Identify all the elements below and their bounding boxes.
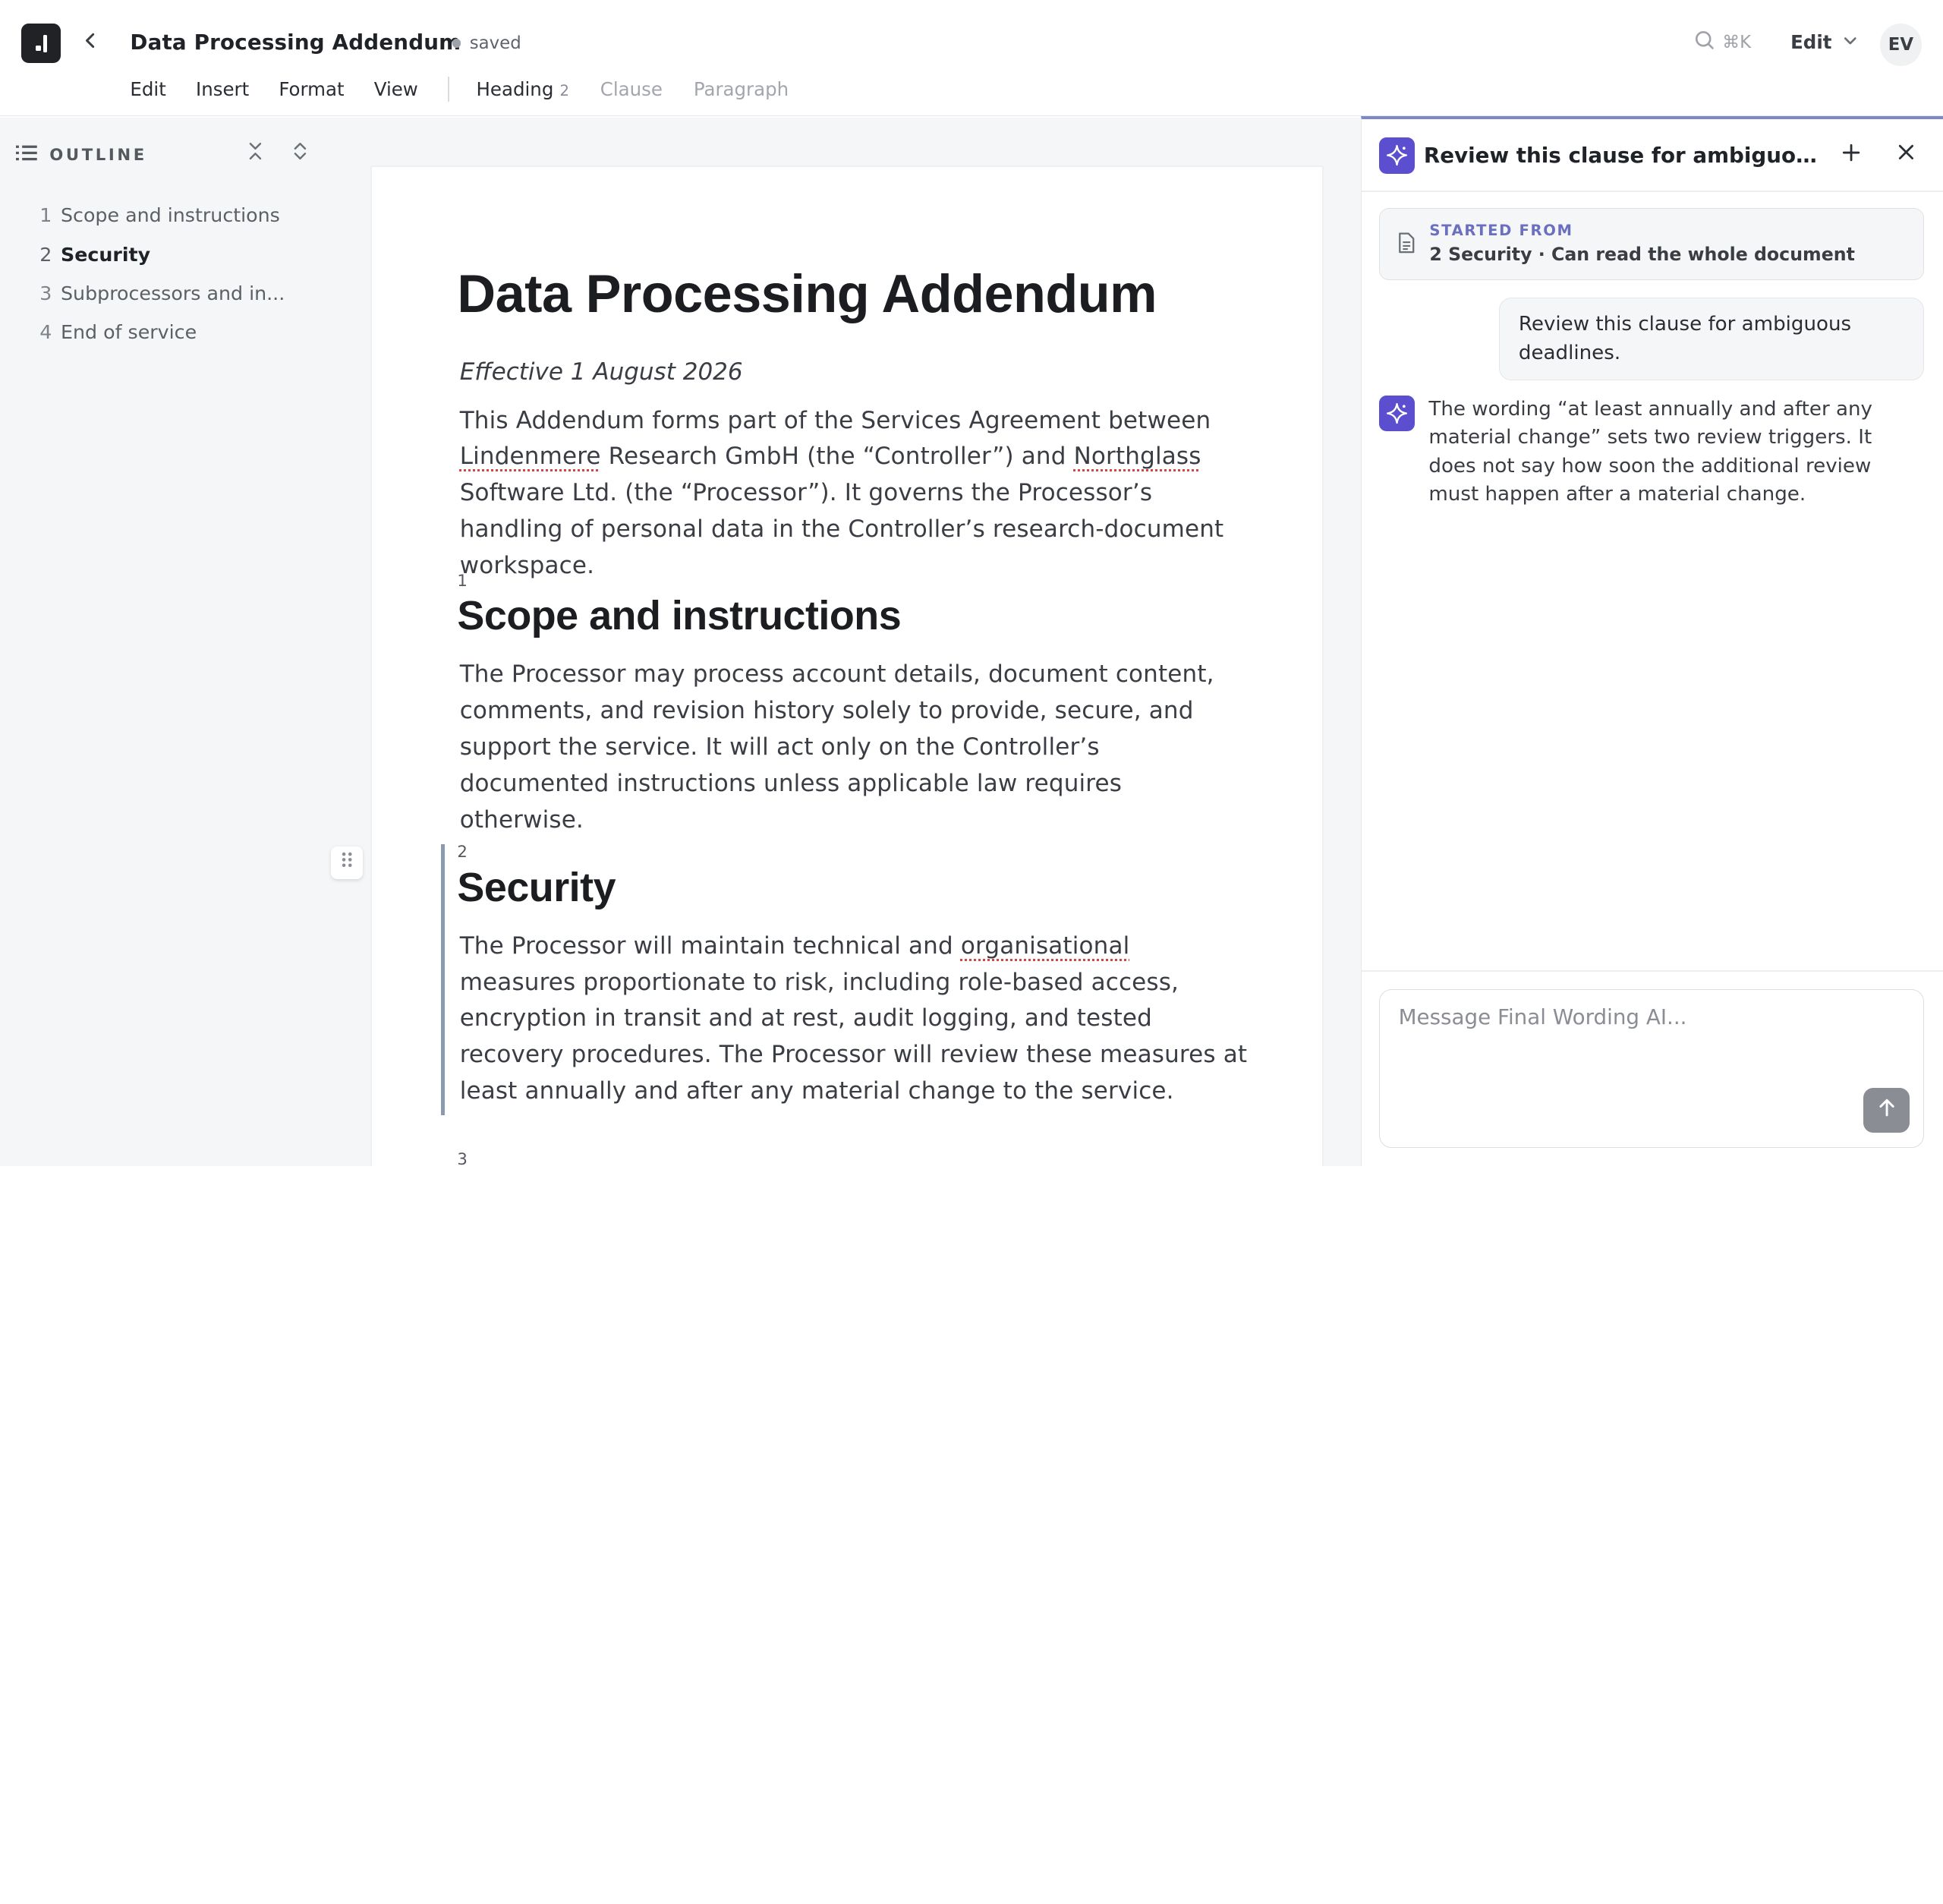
app-window: Data Processing Addendum saved ⌘K Edit E… — [0, 0, 1943, 1167]
menu-divider — [448, 77, 449, 102]
expand-icon — [291, 141, 309, 166]
section-heading-scope[interactable]: Scope and instructions — [457, 592, 901, 639]
section-number: 3 — [457, 1150, 468, 1167]
block-type-heading[interactable]: Heading 2 — [477, 78, 569, 100]
mode-dropdown[interactable]: Edit — [1790, 31, 1858, 53]
search-icon — [1694, 30, 1715, 55]
spelling-flag-lindenmere[interactable]: Lindenmere — [460, 443, 601, 470]
outline-item-label: Scope and instructions — [60, 204, 280, 227]
section-body-security[interactable]: The Processor will maintain technical an… — [460, 928, 1253, 1110]
ai-thread-title: Review this clause for ambiguous deadlin… — [1423, 143, 1823, 169]
spelling-flag-northglass[interactable]: Northglass — [1074, 443, 1201, 470]
user-avatar[interactable]: EV — [1879, 24, 1923, 66]
outline-item-number: 2 — [39, 243, 52, 266]
menu-bar: Edit Insert Format View Heading 2 Clause … — [130, 76, 820, 103]
intro-text: This Addendum forms part of the Services… — [459, 406, 1211, 434]
new-thread-button[interactable] — [1838, 141, 1865, 169]
plus-icon — [1841, 143, 1861, 168]
intro-text: Research GmbH (the “Controller”) and — [600, 443, 1074, 471]
security-text: The Processor will maintain technical an… — [459, 932, 961, 960]
outline-title: OUTLINE — [49, 145, 147, 165]
section-body-scope[interactable]: The Processor may process account detail… — [460, 657, 1253, 838]
spelling-flag-organisational[interactable]: organisational — [961, 932, 1130, 960]
outline-item-label: Security — [60, 243, 151, 266]
document-icon — [1397, 232, 1415, 259]
app-logo[interactable] — [20, 24, 61, 64]
send-button[interactable] — [1863, 1088, 1910, 1133]
mode-label: Edit — [1790, 30, 1832, 53]
security-text: measures proportionate to risk, includin… — [459, 968, 1248, 1105]
context-label: STARTED FROM — [1429, 221, 1573, 239]
heading-label: Heading — [476, 78, 554, 101]
menu-view[interactable]: View — [374, 78, 418, 100]
back-button[interactable] — [77, 30, 104, 57]
intro-paragraph[interactable]: This Addendum forms part of the Services… — [460, 403, 1253, 585]
menu-edit[interactable]: Edit — [130, 78, 165, 100]
ai-sparkle-icon — [1379, 137, 1416, 174]
outline-header: OUTLINE — [16, 143, 147, 166]
search-button[interactable]: ⌘K — [1694, 30, 1751, 55]
ai-avatar-icon — [1379, 395, 1416, 432]
list-icon — [16, 143, 37, 166]
panel-divider — [1362, 191, 1943, 193]
ai-panel-header: Review this clause for ambiguous deadlin… — [1379, 137, 1823, 174]
message-composer — [1379, 988, 1925, 1148]
section-number: 1 — [457, 571, 468, 591]
save-status: saved — [452, 33, 521, 53]
close-panel-button[interactable] — [1892, 141, 1919, 169]
outline-item-subprocessors[interactable]: 3 Subprocessors and in... — [39, 274, 285, 313]
heading-level: 2 — [559, 82, 569, 100]
collapse-icon — [247, 141, 264, 166]
outline-item-end-of-service[interactable]: 4 End of service — [39, 313, 285, 351]
composer-divider — [1362, 970, 1943, 972]
intro-text: Software Ltd. (the “Processor”). It gove… — [459, 479, 1224, 579]
section-heading-security[interactable]: Security — [457, 864, 616, 911]
close-icon — [1897, 143, 1915, 166]
outline-item-number: 4 — [39, 321, 52, 344]
outline-item-security[interactable]: 2 Security — [39, 235, 285, 273]
document-title[interactable]: Data Processing Addendum — [130, 30, 461, 55]
block-drag-handle[interactable] — [330, 846, 364, 879]
chevron-down-icon — [1843, 31, 1858, 53]
section-number: 2 — [457, 843, 468, 862]
top-bar: Data Processing Addendum saved ⌘K Edit E… — [0, 0, 1943, 117]
context-card[interactable]: STARTED FROM 2 Security · Can read the w… — [1379, 208, 1925, 280]
expand-all-button[interactable] — [288, 141, 310, 166]
outline-item-number: 3 — [39, 282, 52, 304]
save-status-label: saved — [469, 33, 521, 54]
outline-item-label: Subprocessors and in... — [60, 282, 285, 304]
chevron-left-icon — [82, 32, 99, 55]
collapse-all-button[interactable] — [244, 141, 266, 166]
arrow-up-icon — [1877, 1098, 1897, 1123]
user-message: Review this clause for ambiguous deadlin… — [1499, 297, 1925, 381]
outline-list: 1 Scope and instructions 2 Security 3 Subpr… — [39, 196, 285, 352]
effective-date[interactable]: Effective 1 August 2026 — [460, 358, 743, 386]
context-value: 2 Security · Can read the whole document — [1429, 243, 1855, 265]
outline-item-label: End of service — [60, 321, 197, 344]
outline-item-scope[interactable]: 1 Scope and instructions — [39, 196, 285, 235]
block-type-paragraph[interactable]: Paragraph — [694, 78, 789, 100]
menu-insert[interactable]: Insert — [196, 78, 249, 100]
block-type-clause[interactable]: Clause — [600, 78, 663, 100]
message-input[interactable] — [1398, 1004, 1907, 1080]
document-heading[interactable]: Data Processing Addendum — [457, 263, 1157, 324]
active-block-indicator — [441, 843, 446, 1116]
search-shortcut: ⌘K — [1722, 33, 1752, 53]
outline-item-number: 1 — [39, 204, 52, 227]
menu-format[interactable]: Format — [279, 78, 344, 100]
status-dot-icon — [452, 39, 461, 48]
drag-handle-icon — [341, 851, 353, 874]
ai-message: The wording “at least annually and after… — [1428, 397, 1872, 506]
